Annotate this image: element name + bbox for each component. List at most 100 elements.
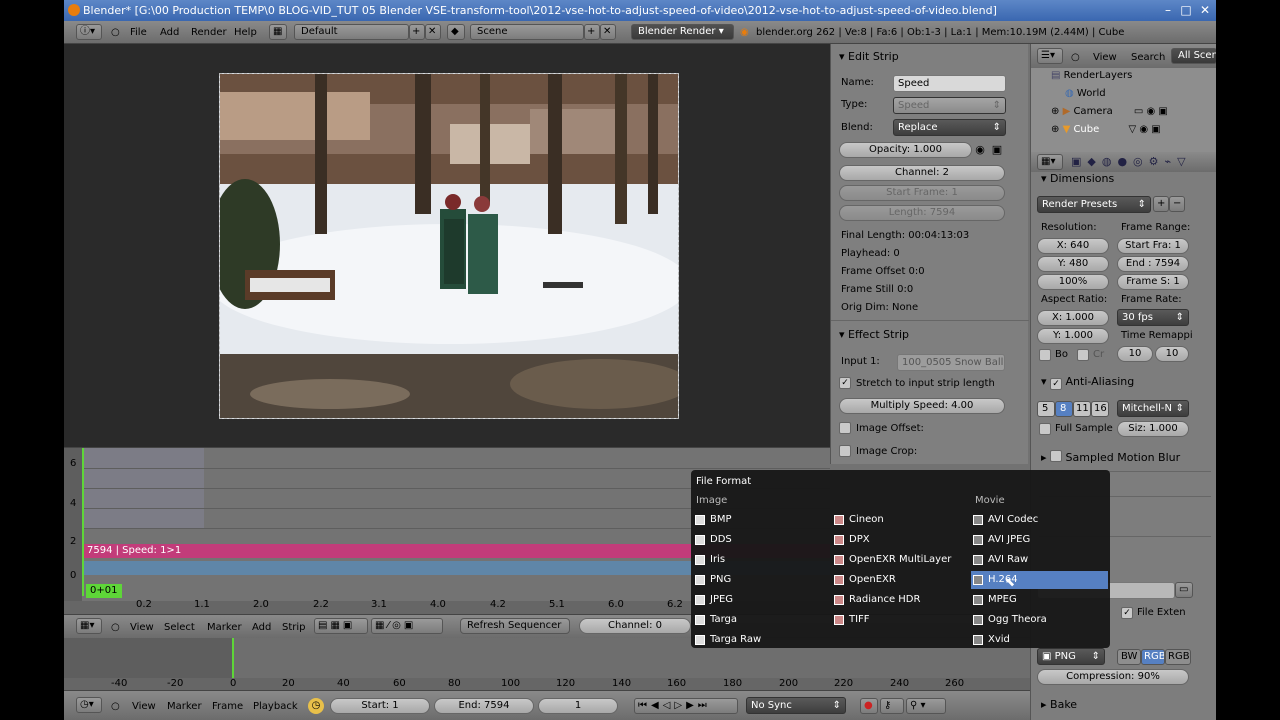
aa-samples-5[interactable]: 5	[1037, 401, 1055, 417]
scene-icon[interactable]: ◆	[447, 24, 465, 40]
maximize-button[interactable]: □	[1178, 3, 1194, 18]
anti-aliasing-header[interactable]: ▾ ✓ Anti-Aliasing	[1041, 375, 1134, 390]
properties-editor-type[interactable]: ▦▾	[1037, 154, 1063, 170]
border-checkbox[interactable]	[1039, 349, 1051, 361]
sequencer-preview[interactable]	[64, 44, 830, 447]
timeline-editor-type[interactable]: ◷▾	[76, 697, 102, 713]
eye-icon[interactable]: ◉	[972, 143, 988, 157]
seq-menu-select[interactable]: Select	[164, 620, 195, 635]
frame-start-field[interactable]: Start Fra: 1	[1117, 238, 1189, 254]
render-engine-select[interactable]: Blender Render ▾	[631, 24, 734, 40]
seq-menu-marker[interactable]: Marker	[207, 620, 242, 635]
format-option-avi-raw[interactable]: AVI Raw	[971, 551, 1108, 569]
strip-type-select[interactable]: Speed ⇕	[893, 97, 1006, 114]
timeline-playhead[interactable]	[232, 638, 234, 678]
view-mode-buttons[interactable]: ▤▦▣	[314, 618, 368, 634]
start-frame-field[interactable]: Start Frame: 1	[839, 185, 1005, 201]
sync-mode-select[interactable]: No Sync ⇕	[746, 697, 846, 714]
format-option-bmp[interactable]: BMP	[693, 511, 828, 529]
format-option-mpeg[interactable]: MPEG	[971, 591, 1108, 609]
filter-size-field[interactable]: Siz: 1.000	[1117, 421, 1189, 437]
scene-selector[interactable]: Scene	[470, 24, 584, 40]
outliner-item-cube[interactable]: ⊕ ▼ Cube ▽ ◉ ▣	[1051, 124, 1161, 135]
folder-icon[interactable]: ▭	[1175, 582, 1193, 598]
color-mode-rgba[interactable]: RGB	[1165, 649, 1191, 665]
compression-field[interactable]: Compression: 90%	[1037, 669, 1189, 685]
preview-range-icon[interactable]: ◷	[308, 698, 324, 714]
menu-add[interactable]: Add	[160, 25, 179, 40]
multiply-speed-field[interactable]: Multiply Speed: 4.00	[839, 398, 1005, 414]
format-option-tiff[interactable]: TIFF	[832, 611, 971, 629]
format-option-ogg-theora[interactable]: Ogg Theora	[971, 611, 1108, 629]
sequencer-playhead[interactable]	[82, 448, 84, 596]
outliner-editor-type[interactable]: ☰▾	[1037, 48, 1063, 64]
menu-help[interactable]: Help	[234, 25, 257, 40]
aa-samples-16[interactable]: 16	[1091, 401, 1109, 417]
format-option-avi-codec[interactable]: AVI Codec	[971, 511, 1108, 529]
tl-menu-view[interactable]: View	[132, 699, 156, 714]
seq-menu-add[interactable]: Add	[252, 620, 271, 635]
aa-filter-select[interactable]: Mitchell-N ⇕	[1117, 400, 1189, 417]
format-option-targa[interactable]: Targa	[693, 611, 828, 629]
aspect-y-field[interactable]: Y: 1.000	[1037, 328, 1109, 344]
add-screen-button[interactable]: +	[409, 24, 425, 40]
anti-aliasing-checkbox[interactable]: ✓	[1050, 378, 1063, 390]
seq-menu-strip[interactable]: Strip	[282, 620, 306, 635]
aa-samples-8[interactable]: 8	[1055, 401, 1073, 417]
bake-header[interactable]: ▸ Bake	[1041, 698, 1077, 711]
dimensions-header[interactable]: ▾ Dimensions	[1041, 172, 1114, 185]
remove-scene-button[interactable]: ✕	[600, 24, 616, 40]
properties-context-tabs[interactable]: ▣◆◍●◎⚙⌁▽	[1071, 155, 1216, 169]
tl-menu-frame[interactable]: Frame	[212, 699, 243, 714]
keying-options[interactable]: ⚲ ▾	[906, 698, 946, 714]
frame-rate-select[interactable]: 30 fps ⇕	[1117, 309, 1189, 326]
tl-menu-marker[interactable]: Marker	[167, 699, 202, 714]
format-option-dds[interactable]: DDS	[693, 531, 828, 549]
screen-selector[interactable]: Default	[294, 24, 409, 40]
file-extension-checkbox[interactable]: ✓	[1121, 607, 1133, 619]
image-crop-checkbox[interactable]	[839, 445, 851, 457]
close-button[interactable]: ✕	[1197, 3, 1213, 18]
resolution-y-field[interactable]: Y: 480	[1037, 256, 1109, 272]
format-option-radiance-hdr[interactable]: Radiance HDR	[832, 591, 971, 609]
image-offset-checkbox[interactable]	[839, 422, 851, 434]
color-mode-rgb[interactable]: RGB	[1141, 649, 1165, 665]
color-mode-bw[interactable]: BW	[1117, 649, 1141, 665]
opacity-field[interactable]: Opacity: 1.000	[839, 142, 972, 158]
format-option-cineon[interactable]: Cineon	[832, 511, 971, 529]
menu-file[interactable]: File	[130, 25, 147, 40]
add-preset-button[interactable]: +	[1153, 196, 1169, 212]
frame-end-field[interactable]: End : 7594	[1117, 256, 1189, 272]
current-frame-input[interactable]: 1	[538, 698, 618, 714]
tl-menu-playback[interactable]: Playback	[253, 699, 298, 714]
outliner-menu-search[interactable]: Search	[1131, 50, 1165, 65]
format-option-iris[interactable]: Iris	[693, 551, 828, 569]
format-option-xvid[interactable]: Xvid	[971, 631, 1108, 649]
resolution-percent-field[interactable]: 100%	[1037, 274, 1109, 290]
resolution-x-field[interactable]: X: 640	[1037, 238, 1109, 254]
format-option-png[interactable]: PNG	[693, 571, 828, 589]
motion-blur-header[interactable]: ▸ Sampled Motion Blur	[1041, 449, 1180, 464]
outliner-item-world[interactable]: ◍ World	[1065, 88, 1106, 99]
editor-type-button[interactable]: ⓘ▾	[76, 24, 102, 40]
outliner-filter-select[interactable]: All Scen	[1171, 48, 1216, 64]
outliner-item-camera[interactable]: ⊕ ▶ Camera ▭ ◉ ▣	[1051, 106, 1168, 117]
format-option-openexr-multilayer[interactable]: OpenEXR MultiLayer	[832, 551, 971, 569]
full-sample-checkbox[interactable]	[1039, 423, 1051, 435]
aa-samples-11[interactable]: 11	[1073, 401, 1091, 417]
record-button[interactable]: ●	[860, 698, 878, 714]
channel-selector[interactable]: Channel: 0	[579, 618, 691, 634]
remove-preset-button[interactable]: −	[1169, 196, 1185, 212]
frame-step-field[interactable]: Frame S: 1	[1117, 274, 1189, 290]
screen-layout-icon[interactable]: ▦	[269, 24, 287, 40]
channel-field[interactable]: Channel: 2	[839, 165, 1005, 181]
display-mode-buttons[interactable]: ▦⁄◎▣	[371, 618, 443, 634]
format-option-h264[interactable]: H.264 ⬉	[971, 571, 1108, 589]
blend-mode-select[interactable]: Replace ⇕	[893, 119, 1006, 136]
file-format-select[interactable]: ▣ PNG ⇕	[1037, 648, 1105, 665]
seq-menu-view[interactable]: View	[130, 620, 154, 635]
aspect-x-field[interactable]: X: 1.000	[1037, 310, 1109, 326]
render-presets-select[interactable]: Render Presets ⇕	[1037, 196, 1151, 213]
keying-set-icon[interactable]: ⚷	[880, 698, 904, 714]
lock-icon[interactable]: ▣	[989, 143, 1005, 157]
